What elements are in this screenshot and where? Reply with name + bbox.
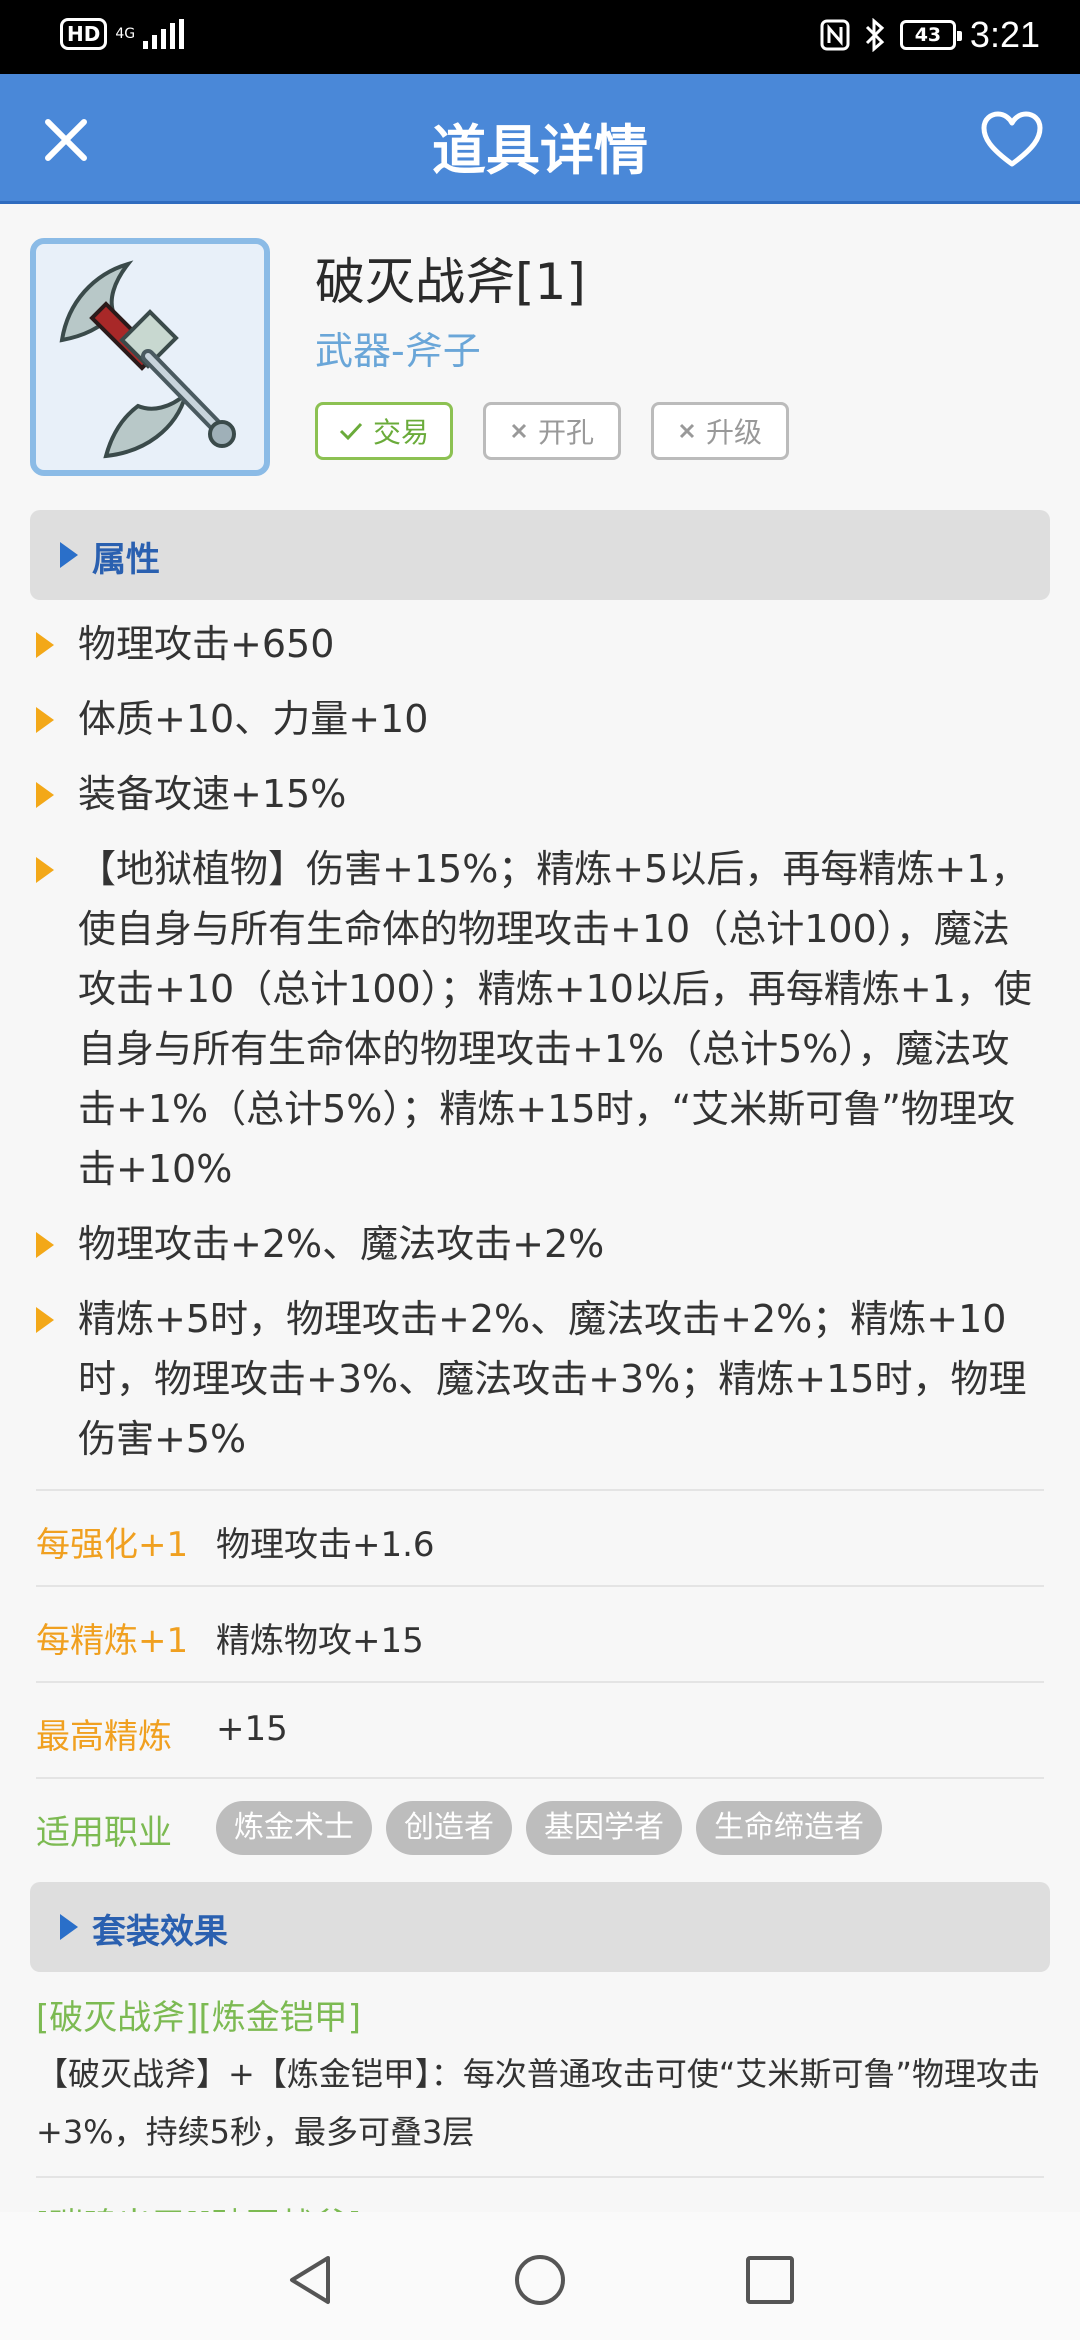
home-icon[interactable]: [512, 2252, 568, 2308]
row-value: +15: [216, 1709, 288, 1749]
status-bar: HD 4G 43 3:21: [0, 0, 1080, 74]
divider: [36, 2176, 1044, 2178]
attribute-item: 物理攻击+2%、魔法攻击+2%: [36, 1214, 1046, 1274]
bullet-triangle-icon: [36, 1307, 54, 1333]
row-value: 物理攻击+1.6: [216, 1525, 435, 1565]
cross-icon: [511, 423, 527, 439]
row-max-refine: 最高精炼 +15: [36, 1681, 1044, 1777]
row-label: 每强化+1: [36, 1525, 189, 1565]
row-label: 最高精炼: [36, 1717, 172, 1757]
item-tags: 交易 开孔 升级: [315, 402, 789, 460]
cross-icon: [679, 423, 695, 439]
heart-icon[interactable]: [980, 110, 1044, 170]
attribute-text: 物理攻击+2%、魔法攻击+2%: [78, 1222, 605, 1266]
axe-icon: [59, 260, 236, 459]
attribute-item: 【地狱植物】伤害+15%；精炼+5以后，再每精炼+1，使自身与所有生命体的物理攻…: [36, 839, 1046, 1199]
hd-badge: HD: [60, 18, 108, 50]
expand-triangle-icon: [60, 542, 78, 568]
back-icon[interactable]: [282, 2252, 338, 2308]
tag-label: 升级: [705, 416, 762, 449]
bullet-triangle-icon: [36, 857, 54, 883]
nfc-icon: [820, 19, 850, 51]
attribute-list: 物理攻击+650 体质+10、力量+10 装备攻速+15% 【地狱植物】伤害+1…: [36, 614, 1046, 1484]
bullet-triangle-icon: [36, 707, 54, 733]
row-jobs: 适用职业 炼金术士 创造者 基因学者 生命缔造者: [36, 1777, 1044, 1873]
job-chip[interactable]: 基因学者: [526, 1801, 682, 1855]
attribute-item: 装备攻速+15%: [36, 764, 1046, 824]
expand-triangle-icon: [60, 1914, 78, 1940]
row-value: 精炼物攻+15: [216, 1621, 424, 1661]
set-name[interactable]: [破灭战斧][炼金铠甲]: [36, 1990, 361, 2039]
job-chips: 炼金术士 创造者 基因学者 生命缔造者: [216, 1801, 882, 1855]
bluetooth-icon: [865, 18, 885, 52]
job-chip[interactable]: 创造者: [386, 1801, 512, 1855]
attributes-header-label: 属性: [92, 540, 160, 580]
tag-label: 交易: [372, 416, 429, 449]
set-description: 【破灭战斧】+【炼金铠甲】：每次普通攻击可使“艾米斯可鲁”物理攻击+3%，持续5…: [36, 2055, 1040, 2151]
attribute-item: 精炼+5时，物理攻击+2%、魔法攻击+2%；精炼+10时，物理攻击+3%、魔法攻…: [36, 1289, 1046, 1469]
bullet-triangle-icon: [36, 632, 54, 658]
tag-socket: 开孔: [483, 402, 621, 460]
app-bar: 道具详情: [0, 74, 1080, 204]
navigation-bar: [0, 2212, 1080, 2340]
tag-label: 开孔: [537, 416, 594, 449]
item-name: 破灭战斧[1]: [315, 253, 586, 311]
job-chip[interactable]: 生命缔造者: [696, 1801, 882, 1855]
attribute-text: 装备攻速+15%: [78, 772, 347, 816]
row-per-refine: 每精炼+1 精炼物攻+15: [36, 1585, 1044, 1681]
item-image: [30, 238, 270, 476]
job-chip[interactable]: 炼金术士: [216, 1801, 372, 1855]
signal-icon: [143, 19, 185, 49]
set-effect-header[interactable]: 套装效果: [30, 1882, 1050, 1972]
set-effect-header-label: 套装效果: [92, 1912, 228, 1952]
row-per-enhance: 每强化+1 物理攻击+1.6: [36, 1489, 1044, 1585]
attribute-text: 【地狱植物】伤害+15%；精炼+5以后，再每精炼+1，使自身与所有生命体的物理攻…: [78, 847, 1032, 1191]
tag-trade: 交易: [315, 402, 453, 460]
attribute-text: 物理攻击+650: [78, 622, 335, 666]
status-right: 43 3:21: [820, 14, 1040, 56]
tag-upgrade: 升级: [651, 402, 789, 460]
recents-icon[interactable]: [742, 2252, 798, 2308]
battery-icon: 43: [899, 20, 962, 50]
attribute-text: 体质+10、力量+10: [78, 697, 429, 741]
bullet-triangle-icon: [36, 782, 54, 808]
status-left: HD 4G: [60, 18, 185, 50]
attribute-item: 物理攻击+650: [36, 614, 1046, 674]
attributes-header[interactable]: 属性: [30, 510, 1050, 600]
clock: 3:21: [969, 14, 1040, 55]
bullet-triangle-icon: [36, 1232, 54, 1258]
check-icon: [339, 422, 363, 441]
attribute-text: 精炼+5时，物理攻击+2%、魔法攻击+2%；精炼+10时，物理攻击+3%、魔法攻…: [78, 1297, 1027, 1461]
item-type: 武器-斧子: [315, 329, 481, 373]
page-title: 道具详情: [432, 119, 648, 182]
row-label: 适用职业: [36, 1813, 172, 1853]
attribute-item: 体质+10、力量+10: [36, 689, 1046, 749]
row-label: 每精炼+1: [36, 1621, 189, 1661]
network-type: 4G: [115, 26, 136, 42]
